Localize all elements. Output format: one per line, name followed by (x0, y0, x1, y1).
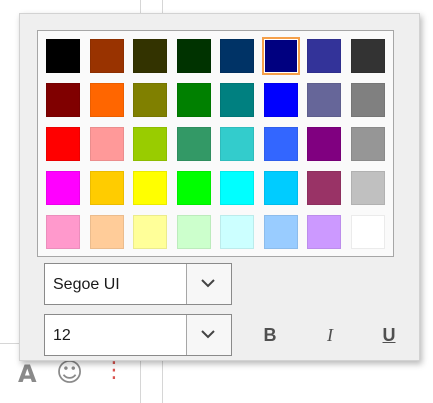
color-swatch[interactable] (89, 39, 124, 73)
color-swatch[interactable] (220, 127, 254, 161)
font-size-select[interactable]: 12 (44, 314, 232, 356)
color-swatch[interactable] (307, 215, 341, 249)
color-swatch[interactable] (220, 83, 254, 117)
font-family-dropdown-button[interactable] (186, 264, 231, 304)
color-swatch[interactable] (176, 127, 211, 161)
color-swatch[interactable] (350, 215, 385, 249)
color-swatch[interactable] (263, 127, 298, 161)
color-swatch[interactable] (46, 171, 80, 205)
color-swatch[interactable] (261, 37, 300, 75)
emoji-icon[interactable]: ☺ (56, 358, 83, 388)
color-swatch[interactable] (133, 83, 167, 117)
color-swatch[interactable] (176, 39, 211, 73)
color-swatch[interactable] (46, 39, 80, 73)
chevron-down-icon (201, 279, 215, 288)
color-swatch[interactable] (46, 127, 80, 161)
color-swatch[interactable] (350, 127, 385, 161)
color-swatch[interactable] (89, 171, 124, 205)
underline-button[interactable]: U (372, 318, 406, 352)
font-size-value: 12 (53, 327, 71, 344)
color-swatch[interactable] (176, 215, 211, 249)
color-swatch[interactable] (220, 39, 254, 73)
font-size-dropdown-button[interactable] (186, 315, 231, 355)
color-swatch[interactable] (220, 215, 254, 249)
font-family-value: Segoe UI (53, 276, 120, 293)
color-swatch[interactable] (307, 127, 341, 161)
color-swatch[interactable] (307, 83, 341, 117)
color-swatch[interactable] (307, 39, 341, 73)
chevron-down-icon (201, 330, 215, 339)
color-swatch[interactable] (263, 83, 298, 117)
color-swatch[interactable] (133, 171, 167, 205)
italic-button[interactable]: I (313, 318, 347, 352)
font-color-icon[interactable]: A (18, 360, 37, 388)
color-swatch[interactable] (307, 171, 341, 205)
color-palette (37, 30, 394, 257)
color-swatch[interactable] (89, 127, 124, 161)
font-family-select[interactable]: Segoe UI (44, 263, 232, 305)
color-swatch[interactable] (89, 83, 124, 117)
color-swatch[interactable] (89, 215, 124, 249)
color-swatch[interactable] (176, 171, 211, 205)
color-swatch[interactable] (350, 83, 385, 117)
color-swatch[interactable] (263, 215, 298, 249)
more-options-icon[interactable]: ⋮ (103, 358, 125, 383)
color-swatch[interactable] (220, 171, 254, 205)
text-format-popup: Segoe UI 12 B I U (19, 13, 420, 361)
color-swatch[interactable] (350, 39, 385, 73)
color-swatch[interactable] (263, 171, 298, 205)
color-swatch[interactable] (350, 171, 385, 205)
color-swatch[interactable] (46, 83, 80, 117)
color-swatch[interactable] (176, 83, 211, 117)
color-swatch[interactable] (133, 39, 167, 73)
color-swatch[interactable] (133, 215, 167, 249)
color-swatch[interactable] (133, 127, 167, 161)
color-swatch[interactable] (46, 215, 80, 249)
bold-button[interactable]: B (253, 318, 287, 352)
